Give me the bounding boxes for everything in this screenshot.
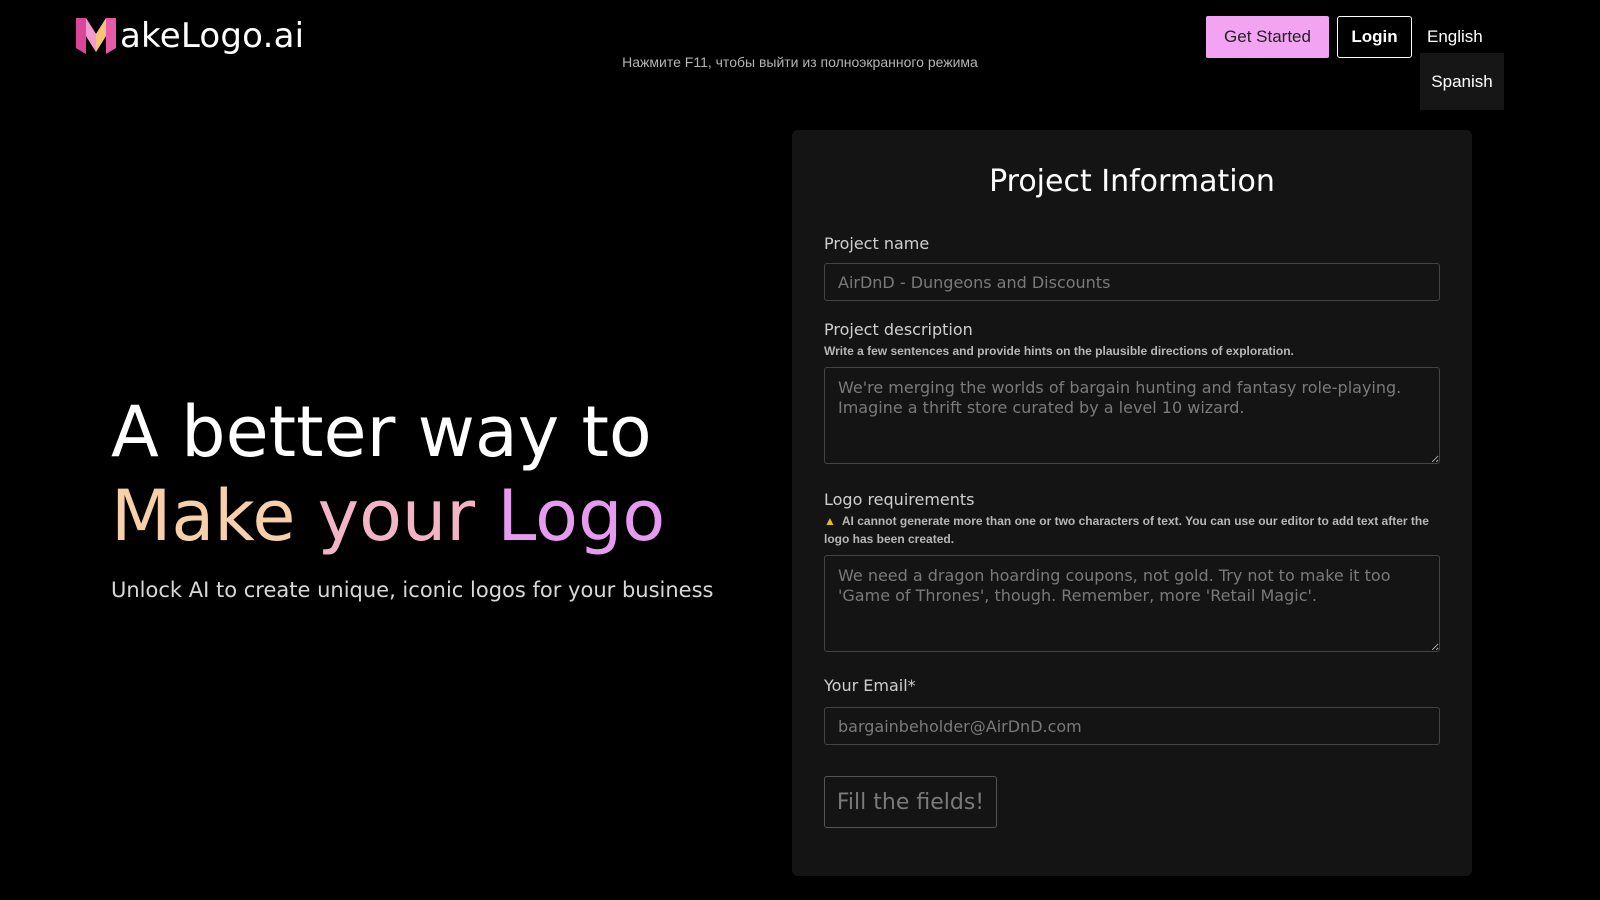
- project-name-input[interactable]: [824, 263, 1440, 301]
- hero-heading-line1: A better way to: [111, 391, 652, 473]
- logo-requirements-label: Logo requirements: [824, 490, 975, 509]
- hero-word-logo: Logo: [497, 475, 666, 557]
- email-label: Your Email*: [824, 676, 916, 695]
- logo-text: akeLogo.ai: [120, 16, 305, 56]
- project-name-label: Project name: [824, 234, 930, 253]
- project-description-hint: Write a few sentences and provide hints …: [824, 344, 1294, 358]
- hero-word-your: your: [317, 475, 476, 557]
- hero-heading-line2: Make your Logo: [111, 474, 713, 558]
- email-input[interactable]: [824, 707, 1440, 745]
- logo-requirements-warning-text: AI cannot generate more than one or two …: [824, 514, 1429, 546]
- hero-section: A better way to Make your Logo Unlock AI…: [111, 390, 713, 602]
- logo-m-icon: [76, 18, 116, 54]
- warning-icon: ▲: [824, 514, 836, 528]
- submit-button[interactable]: Fill the fields!: [824, 776, 997, 828]
- project-description-textarea[interactable]: [824, 367, 1440, 464]
- project-description-label: Project description: [824, 320, 973, 339]
- site-logo[interactable]: akeLogo.ai: [74, 14, 304, 58]
- hero-word-make: Make: [111, 475, 296, 557]
- logo-requirements-textarea[interactable]: [824, 555, 1440, 652]
- hero-subtitle: Unlock AI to create unique, iconic logos…: [111, 578, 714, 602]
- project-form: Project name Project description Write a…: [792, 0, 1472, 900]
- logo-requirements-warning: ▲ AI cannot generate more than one or two…: [824, 512, 1444, 548]
